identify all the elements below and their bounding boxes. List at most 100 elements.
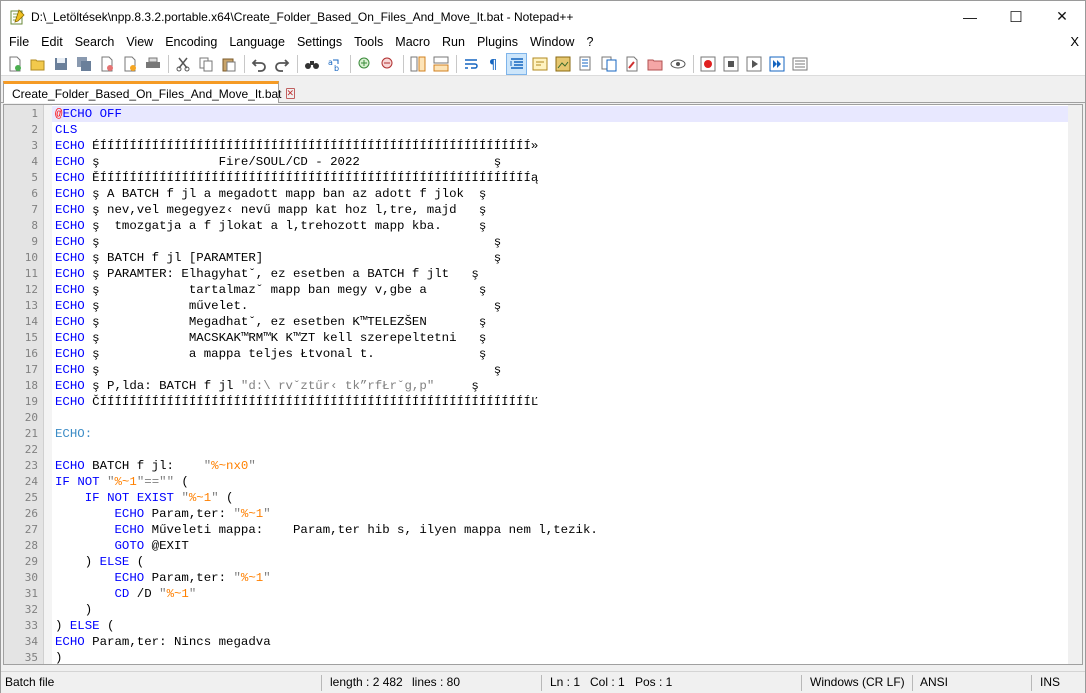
menu-macro[interactable]: Macro [389,32,436,52]
undo-button[interactable] [249,54,268,74]
menu-edit[interactable]: Edit [35,32,69,52]
save-macro-button[interactable] [790,54,809,74]
save-button[interactable] [51,54,70,74]
menu-help[interactable]: ? [580,32,599,52]
close-window-button[interactable]: ✕ [1039,1,1085,32]
play-macro-button[interactable] [744,54,763,74]
code-line[interactable]: 11 ECHO ş PARAMTER: Elhagyhatˇ, ez esetbe… [25,266,1068,282]
code-editor[interactable]: 1 @ECHO OFF 2 CLS 3 ECHO ÉÍÍÍÍÍÍÍÍÍÍÍÍÍÍÍÍÍÍÍ… [3,104,1083,665]
monitoring-button[interactable] [668,54,687,74]
udl-icon [532,57,547,70]
code-line[interactable]: 12 ECHO ş tartalmazˇ mapp ban megy v,gbe … [25,282,1068,298]
code-line[interactable]: 16 ECHO ş a mappa teljes Łtvonal t. ş [25,346,1068,362]
code-line[interactable]: 20 [25,410,1068,426]
copy-button[interactable] [196,54,215,74]
menu-language[interactable]: Language [223,32,291,52]
function-list-button[interactable] [599,54,618,74]
close-document-button[interactable]: X [1070,32,1079,52]
code-line[interactable]: 5 ECHO ĚÍÍÍÍÍÍÍÍÍÍÍÍÍÍÍÍÍÍÍÍÍÍÍÍÍÍÍÍÍÍÍÍÍ… [31,170,1068,186]
menu-plugins[interactable]: Plugins [471,32,524,52]
code-line[interactable]: 35) [25,650,1068,664]
code-line[interactable]: 27 ECHO Műveleti mappa: Param,ter hib s,… [25,522,1068,538]
code-line[interactable]: 23 ECHO BATCH f jl: "%~nx0" [25,458,1068,474]
status-encoding[interactable]: ANSI [920,672,948,693]
notepadpp-app-icon [10,8,25,24]
code-line[interactable]: 1 @ECHO OFF [31,106,1068,122]
zoom-out-button[interactable] [378,54,397,74]
code-line[interactable]: 15 ECHO ş MACSKAK™RM™K K™ZT kell szerepel… [25,330,1068,346]
user-defined-language-button[interactable] [530,54,549,74]
minimize-button[interactable]: — [947,1,993,32]
status-position: Pos : 1 [635,675,673,689]
code-line[interactable]: 7 ECHO ş nev,vel megegyez‹ nevű mapp kat … [31,202,1068,218]
zoom-in-button[interactable] [355,54,374,74]
folder-as-workspace-button[interactable] [622,54,641,74]
status-separator [912,675,913,691]
menu-settings[interactable]: Settings [291,32,348,52]
close-file-button[interactable] [97,54,116,74]
find-button[interactable] [302,54,321,74]
sync-horizontal-button[interactable] [431,54,450,74]
line-number: 18 [24,379,38,392]
code-line[interactable]: 26 ECHO Param,ter: "%~1" [25,506,1068,522]
code-line[interactable]: 21 ECHO: [25,426,1068,442]
code-line[interactable]: 3 ECHO ÉÍÍÍÍÍÍÍÍÍÍÍÍÍÍÍÍÍÍÍÍÍÍÍÍÍÍÍÍÍÍÍÍÍ… [31,138,1068,154]
code-line[interactable]: 17 ECHO ş ş [25,362,1068,378]
document-list-button[interactable] [576,54,595,74]
code-line[interactable]: 8 ECHO ş tmozgatja a f jlokat a l,trehozo… [31,218,1068,234]
open-file-button[interactable] [28,54,47,74]
code-line[interactable]: 4 ECHO ş Fire/SOUL/CD - 2022 ş [31,154,1068,170]
code-line[interactable]: 34 ECHO Param,ter: Nincs megadva [25,634,1068,650]
code-line[interactable]: 9 ECHO ş ş [31,234,1068,250]
vertical-scrollbar[interactable] [1068,105,1082,664]
cut-button[interactable] [173,54,192,74]
stop-macro-button[interactable] [721,54,740,74]
code-line[interactable]: 32 ) [25,602,1068,618]
close-all-button[interactable] [120,54,139,74]
code-line[interactable]: 33) ELSE ( [25,618,1068,634]
status-eol-format[interactable]: Windows (CR LF) [810,672,905,693]
code-line[interactable]: 10 ECHO ş BATCH f jl [PARAMTER] ş [25,250,1068,266]
menu-window[interactable]: Window [524,32,580,52]
code-line[interactable]: 19 ECHO ČÍÍÍÍÍÍÍÍÍÍÍÍÍÍÍÍÍÍÍÍÍÍÍÍÍÍÍÍÍÍÍÍ… [25,394,1068,410]
code-line[interactable]: 30 ECHO Param,ter: "%~1" [25,570,1068,586]
menu-search[interactable]: Search [69,32,121,52]
tab-close-icon[interactable]: ✕ [285,88,296,99]
word-wrap-button[interactable] [461,54,480,74]
print-button[interactable] [143,54,162,74]
code-line[interactable]: 29 ) ELSE ( [25,554,1068,570]
sync-vertical-button[interactable] [408,54,427,74]
code-line[interactable]: 2 CLS [31,122,1068,138]
code-line[interactable]: 28 GOTO @EXIT [25,538,1068,554]
maximize-button[interactable]: ☐ [993,1,1039,32]
menu-file[interactable]: File [1,32,35,52]
document-map-button[interactable] [553,54,572,74]
code-line[interactable]: 18 ECHO ş P,lda: BATCH f jl "d:\ rvˇztűr‹… [25,378,1068,394]
menu-tools[interactable]: Tools [348,32,389,52]
run-macro-multiple-button[interactable] [767,54,786,74]
status-insert-mode[interactable]: INS [1040,672,1060,693]
workspace-folder-button[interactable] [645,54,664,74]
new-file-button[interactable] [5,54,24,74]
code-area[interactable]: 1 @ECHO OFF 2 CLS 3 ECHO ÉÍÍÍÍÍÍÍÍÍÍÍÍÍÍÍÍÍÍÍ… [25,105,1082,664]
indent-guide-button[interactable] [506,52,527,75]
paste-button[interactable] [219,54,238,74]
redo-button[interactable] [272,54,291,74]
code-line[interactable]: 6 ECHO ş A BATCH f jl a megadott mapp ban… [31,186,1068,202]
show-all-chars-button[interactable]: ¶ [484,54,503,74]
code-line[interactable]: 24 IF NOT "%~1"=="" ( [25,474,1068,490]
code-line[interactable]: 25 IF NOT EXIST "%~1" ( [25,490,1068,506]
code-line[interactable]: 14 ECHO ş Megadhatˇ, ez esetben K™TELEZŠE… [25,314,1068,330]
code-line[interactable]: 13 ECHO ş művelet. ş [25,298,1068,314]
fold-margin[interactable] [44,105,52,664]
menu-view[interactable]: View [120,32,159,52]
menu-encoding[interactable]: Encoding [159,32,223,52]
code-line[interactable]: 31 CD /D "%~1" [25,586,1068,602]
tab-active-document[interactable]: Create_Folder_Based_On_Files_And_Move_It… [3,81,296,103]
replace-button[interactable]: ab [325,54,344,74]
title-bar[interactable]: D:\_Letöltések\npp.8.3.2.portable.x64\Cr… [1,1,1085,32]
save-all-button[interactable] [74,54,93,74]
record-macro-button[interactable] [698,54,717,74]
code-line[interactable]: 22 [25,442,1068,458]
menu-run[interactable]: Run [436,32,471,52]
